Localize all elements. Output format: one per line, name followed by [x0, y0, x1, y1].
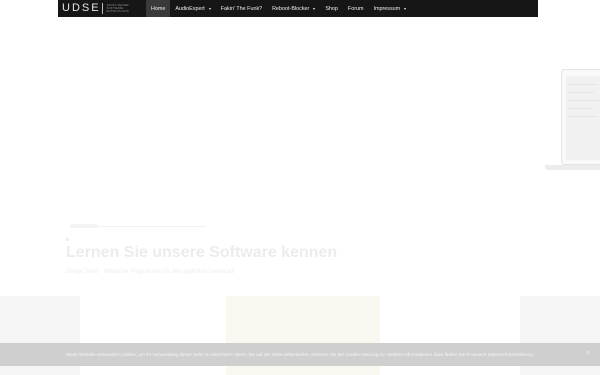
page: UDSE SANTA SEINER SOFTWARE ENTWICKLUNG H…: [0, 0, 600, 375]
nav-item-impressum[interactable]: Impressum: [368, 0, 411, 17]
nav-item-audioexpert[interactable]: AudioExpert: [170, 0, 215, 17]
top-navbar: UDSE SANTA SEINER SOFTWARE ENTWICKLUNG H…: [0, 0, 600, 17]
hero-subtitle: Einige Tools · Nützliche Programme für d…: [66, 269, 236, 275]
navbar-inner: UDSE SANTA SEINER SOFTWARE ENTWICKLUNG H…: [58, 0, 538, 17]
caret-down-icon: [313, 7, 316, 10]
laptop-screen-line: [568, 116, 598, 117]
site-logo[interactable]: UDSE SANTA SEINER SOFTWARE ENTWICKLUNG: [62, 2, 129, 15]
nav-item-reboot-blocker[interactable]: Reboot-Blocker: [267, 0, 320, 17]
nav-item-label: Fakin' The Funk?: [220, 5, 263, 12]
hero-marker: [66, 238, 69, 241]
nav-item-label: Reboot-Blocker: [272, 5, 310, 12]
logo-separator: [101, 3, 103, 14]
logo-subtitle: SANTA SEINER SOFTWARE ENTWICKLUNG: [107, 4, 129, 14]
cookie-notice-text: Diese Website verwendet Cookies, um Ihr …: [65, 352, 535, 357]
laptop-illustration: [545, 69, 600, 170]
nav-item-label: AudioExpert: [175, 5, 205, 12]
nav-item-fakin-the-funk[interactable]: Fakin' The Funk?: [216, 0, 267, 17]
main-nav: Home AudioExpert Fakin' The Funk? Reboot…: [146, 0, 411, 17]
caret-down-icon: [404, 7, 407, 10]
nav-item-label: Home: [151, 5, 166, 12]
laptop-screen-line: [568, 92, 594, 93]
cookie-notice: Diese Website verwendet Cookies, um Ihr …: [0, 343, 600, 366]
laptop-screen-content: [566, 76, 600, 160]
laptop-screen: [561, 69, 600, 165]
laptop-screen-line: [568, 100, 600, 101]
nav-item-home[interactable]: Home: [146, 0, 171, 17]
logo-subtitle-line: ENTWICKLUNG: [106, 10, 130, 14]
hero-title: Lernen Sie unsere Software kennen: [66, 244, 338, 261]
caret-down-icon: [208, 7, 211, 10]
nav-item-label: Shop: [325, 5, 338, 12]
nav-item-shop[interactable]: Shop: [320, 0, 343, 17]
nav-item-forum[interactable]: Forum: [343, 0, 369, 17]
logo-text: UDSE: [62, 2, 101, 14]
laptop-screen-line: [568, 84, 598, 85]
laptop-base: [545, 165, 600, 170]
nav-item-label: Forum: [347, 5, 364, 12]
close-icon[interactable]: ×: [584, 350, 592, 358]
hero-divider: [70, 226, 206, 227]
laptop-screen-line: [568, 108, 592, 109]
nav-item-label: Impressum: [373, 5, 401, 12]
